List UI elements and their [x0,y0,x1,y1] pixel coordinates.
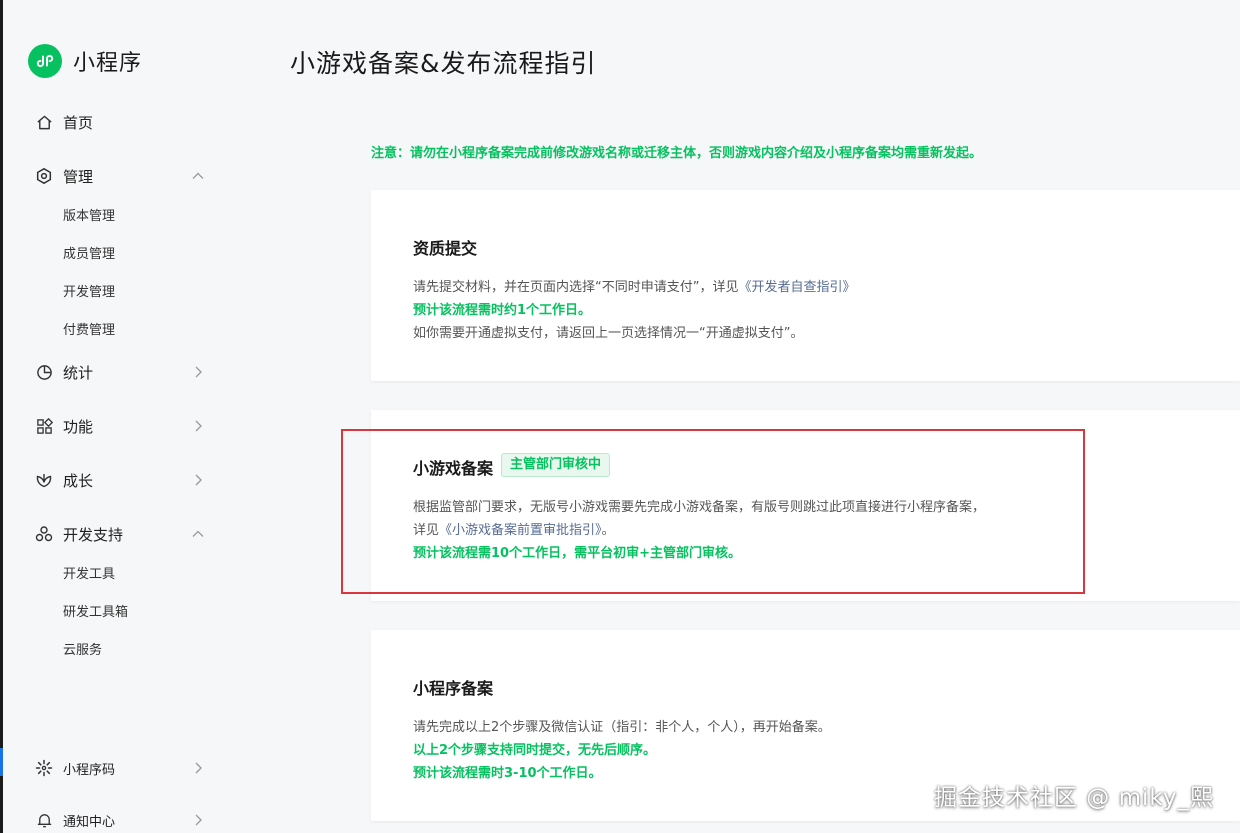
watermark: 掘金技术社区 @ miky_熙 [934,785,1215,811]
card-note: 以上2个步骤支持同时提交，无先后顺序。 [413,743,657,758]
sidebar-subitem-payment[interactable]: 付费管理 [63,321,115,341]
sidebar-item-growth[interactable]: 成长 [35,468,205,492]
chevron-right-icon[interactable] [191,760,205,774]
sidebar-item-label: 管理 [63,167,94,186]
page-title: 小游戏备案&发布流程指引 [290,49,597,78]
card-title: 小程序备案 [413,679,494,698]
sidebar-subitem-development[interactable]: 开发管理 [63,283,115,303]
sidebar-subitem-members[interactable]: 成员管理 [63,245,115,265]
card-estimate: 预计该流程需时约1个工作日。 [413,303,592,318]
sidebar-item-notifications[interactable]: 通知中心 [35,808,205,832]
sidebar-item-dev-support[interactable]: 开发支持 [35,522,205,546]
sidebar-subitem-cloud[interactable]: 云服务 [63,641,102,661]
features-icon [35,417,53,435]
sidebar-item-label: 功能 [63,417,94,436]
sidebar-item-home[interactable]: 首页 [35,110,205,134]
card-text: 请先提交材料，并在页面内选择“不同时申请支付”，详见《开发者自查指引》 [413,276,856,295]
chevron-right-icon[interactable] [191,418,205,432]
sidebar-subitem-version[interactable]: 版本管理 [63,207,115,227]
card-text-prefix: 请先提交材料，并在页面内选择“不同时申请支付”，详见 [413,280,739,295]
chevron-right-icon[interactable] [191,364,205,378]
sidebar-item-label: 小程序码 [63,762,116,778]
sidebar-item-label: 开发支持 [63,525,124,544]
sidebar-item-qrcode[interactable]: 小程序码 [35,756,205,780]
sidebar-item-label: 统计 [63,363,94,382]
sidebar-item-label: 首页 [63,113,94,132]
qrcode-icon [35,759,53,777]
highlight-box [341,429,1085,594]
chevron-right-icon[interactable] [191,472,205,486]
sidebar-item-label: 成长 [63,471,94,490]
sidebar-item-manage[interactable]: 管理 [35,164,205,188]
card-text: 请先完成以上2个步骤及微信认证（指引：非个人，个人），再开始备案。 [413,720,831,735]
sidebar: 小程序 首页 管理 版本管理 成员管理 开发管理 付费管理 统计 功能 成长 开… [3,0,240,833]
card-text: 如你需要开通虚拟支付，请返回上一页选择情况一“开通虚拟支付”。 [413,326,804,341]
sidebar-subitem-dev-tools[interactable]: 开发工具 [63,565,115,585]
chevron-up-icon[interactable] [191,526,205,540]
card-qualification: 资质提交 请先提交材料，并在页面内选择“不同时申请支付”，详见《开发者自查指引》… [371,190,1240,381]
card-estimate: 预计该流程需时3-10个工作日。 [413,766,602,781]
sidebar-subitem-dev-toolbox[interactable]: 研发工具箱 [63,603,128,623]
developer-guide-link[interactable]: 《开发者自查指引》 [738,280,855,295]
growth-icon [35,471,53,489]
sidebar-item-stats[interactable]: 统计 [35,360,205,384]
chevron-right-icon[interactable] [191,812,205,826]
sidebar-item-label: 通知中心 [63,814,116,830]
home-icon [35,113,53,131]
card-title: 资质提交 [413,239,478,258]
dev-support-icon [35,525,53,543]
sidebar-item-features[interactable]: 功能 [35,414,205,438]
mini-program-logo-icon [28,44,62,78]
stats-icon [35,363,53,381]
main-content: 小游戏备案&发布流程指引 注意：请勿在小程序备案完成前修改游戏名称或迁移主体，否… [240,0,1240,833]
brand-name: 小程序 [73,51,143,76]
manage-icon [35,167,53,185]
chevron-up-icon[interactable] [191,168,205,182]
notice-text: 注意：请勿在小程序备案完成前修改游戏名称或迁移主体，否则游戏内容介绍及小程序备案… [371,146,983,161]
brand[interactable]: 小程序 [28,44,142,78]
bell-icon [35,811,53,829]
